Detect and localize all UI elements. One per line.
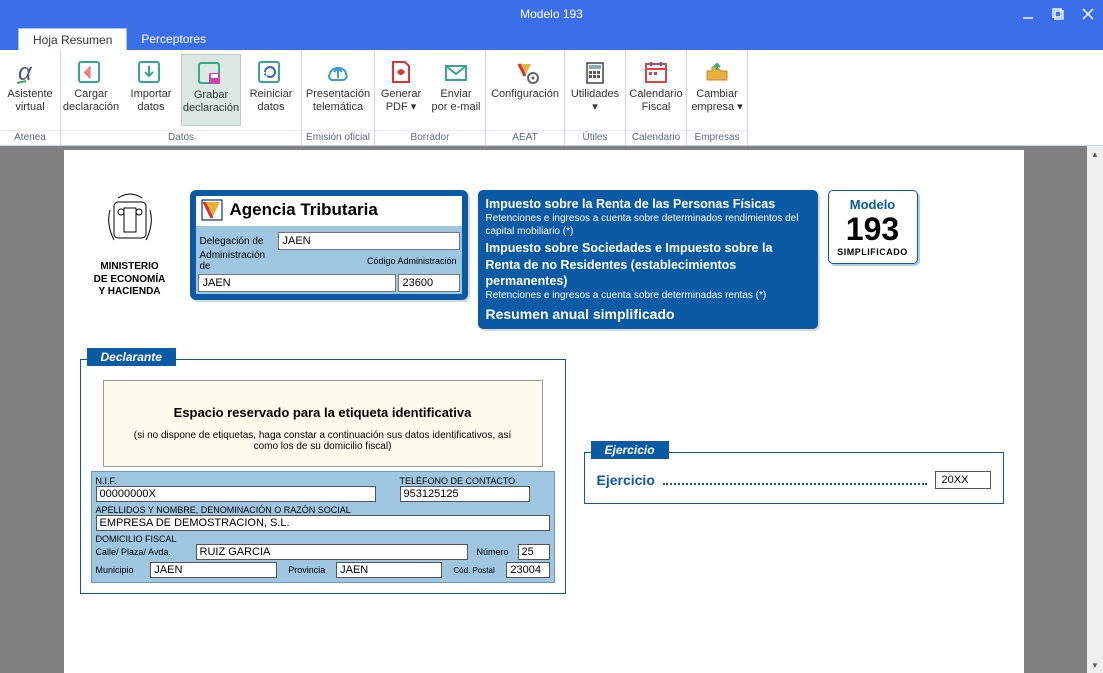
ejercicio-label: Ejercicio [597, 472, 655, 488]
group-borrador-label: Borrador [375, 130, 485, 145]
ejercicio-fieldset: Ejercicio Ejercicio 20XX [584, 452, 1004, 504]
delegacion-field[interactable]: JAEN [278, 232, 460, 250]
generar-pdf-button[interactable]: Generar PDF ▾ [375, 54, 427, 126]
nif-field[interactable]: 00000000X [96, 486, 376, 502]
close-button[interactable] [1073, 0, 1103, 28]
tab-perceptores[interactable]: Perceptores [127, 28, 220, 50]
telefono-field[interactable]: 953125125 [400, 486, 530, 502]
cambiar-empresa-button[interactable]: Cambiar empresa ▾ [687, 54, 747, 126]
delegacion-label: Delegación de [198, 232, 278, 250]
group-utiles-label: Útiles [565, 130, 625, 145]
municipio-field[interactable]: JAEN [150, 562, 277, 578]
enviar-email-button[interactable]: Enviar por e-mail [427, 54, 485, 126]
numero-field[interactable]: 25 [518, 544, 550, 560]
provincia-field[interactable]: JAEN [336, 562, 442, 578]
agencia-title: Agencia Tributaria [196, 196, 462, 226]
razon-label: APELLIDOS Y NOMBRE, DENOMINACIÓN O RAZÓN… [96, 505, 550, 515]
aeat-logo-icon [200, 198, 224, 222]
agencia-box: Agencia Tributaria Delegación de JAEN Ad… [190, 190, 468, 300]
coat-of-arms: MINISTERIODE ECONOMÍAY HACIENDA [80, 190, 180, 299]
maximize-button[interactable] [1043, 0, 1073, 28]
scroll-up-button[interactable]: ▴ [1087, 146, 1103, 162]
form-page: MINISTERIODE ECONOMÍAY HACIENDA Agencia … [64, 150, 1024, 673]
telefono-label: TELÉFONO DE CONTACTO [400, 476, 550, 486]
ejercicio-dots [663, 475, 927, 485]
declarante-legend: Declarante [87, 348, 176, 366]
asistente-virtual-button[interactable]: α Asistente virtual [0, 54, 60, 126]
modelo-box: Modelo 193 SIMPLIFICADO [828, 190, 918, 264]
utilidades-button[interactable]: Utilidades ▾ [565, 54, 625, 126]
tab-hoja-resumen[interactable]: Hoja Resumen [18, 28, 127, 50]
cp-field[interactable]: 23004 [506, 562, 549, 578]
scroll-track[interactable] [1087, 162, 1103, 657]
presentacion-telematica-button[interactable]: Presentación telemática [302, 54, 374, 126]
grabar-declaracion-button[interactable]: Grabar declaración [181, 54, 241, 126]
cargar-declaracion-button[interactable]: Cargar declaración [61, 54, 121, 126]
municipio-label: Municipio [96, 565, 147, 575]
ribbon: α Asistente virtual Atenea Cargar declar… [0, 50, 1103, 146]
vertical-scrollbar[interactable]: ▴ ▾ [1087, 146, 1103, 673]
ejercicio-field[interactable]: 20XX [935, 471, 991, 489]
cp-label: Cód. Postal [446, 566, 503, 575]
numero-label: Número [472, 547, 514, 557]
administracion-label: Administración de [198, 252, 278, 270]
ribbon-tabs: Hoja Resumen Perceptores [0, 28, 1103, 50]
administracion-field[interactable]: JAEN [198, 274, 396, 292]
window-title: Modelo 193 [520, 7, 583, 21]
ejercicio-legend: Ejercicio [591, 441, 669, 459]
configuracion-button[interactable]: Configuración [486, 54, 564, 126]
calle-field[interactable]: RUIZ GARCIA [196, 544, 468, 560]
minimize-button[interactable] [1013, 0, 1043, 28]
scroll-down-button[interactable]: ▾ [1087, 657, 1103, 673]
etiqueta-identificativa: Espacio reservado para la etiqueta ident… [103, 380, 543, 467]
declarante-fieldset: Declarante Espacio reservado para la eti… [80, 359, 566, 594]
group-atenea-label: Atenea [0, 130, 60, 145]
reiniciar-datos-button[interactable]: Reiniciar datos [241, 54, 301, 126]
group-calendario-label: Calendario [626, 130, 686, 145]
group-datos-label: Datos [61, 130, 301, 145]
group-aeat-label: AEAT [486, 130, 564, 145]
title-bar: Modelo 193 [0, 0, 1103, 28]
calendario-fiscal-button[interactable]: Calendario Fiscal [626, 54, 686, 126]
group-emision-label: Emisión oficial [302, 130, 374, 145]
workspace: MINISTERIODE ECONOMÍAY HACIENDA Agencia … [0, 146, 1087, 673]
group-empresas-label: Empresas [687, 130, 747, 145]
calle-label: Calle/ Plaza/ Avda. [96, 547, 192, 557]
importar-datos-button[interactable]: Importar datos [121, 54, 181, 126]
codigo-admin-label: Código Administración [364, 256, 460, 266]
impuesto-box: Impuesto sobre la Renta de las Personas … [478, 190, 818, 329]
ministerio-label: MINISTERIODE ECONOMÍAY HACIENDA [80, 261, 180, 299]
domicilio-label: DOMICILIO FISCAL [96, 534, 550, 544]
razon-field[interactable]: EMPRESA DE DEMOSTRACION, S.L. [96, 515, 550, 531]
nif-label: N.I.F. [96, 476, 396, 486]
provincia-label: Provincia [281, 565, 332, 575]
codigo-admin-field[interactable]: 23600 [398, 274, 460, 292]
